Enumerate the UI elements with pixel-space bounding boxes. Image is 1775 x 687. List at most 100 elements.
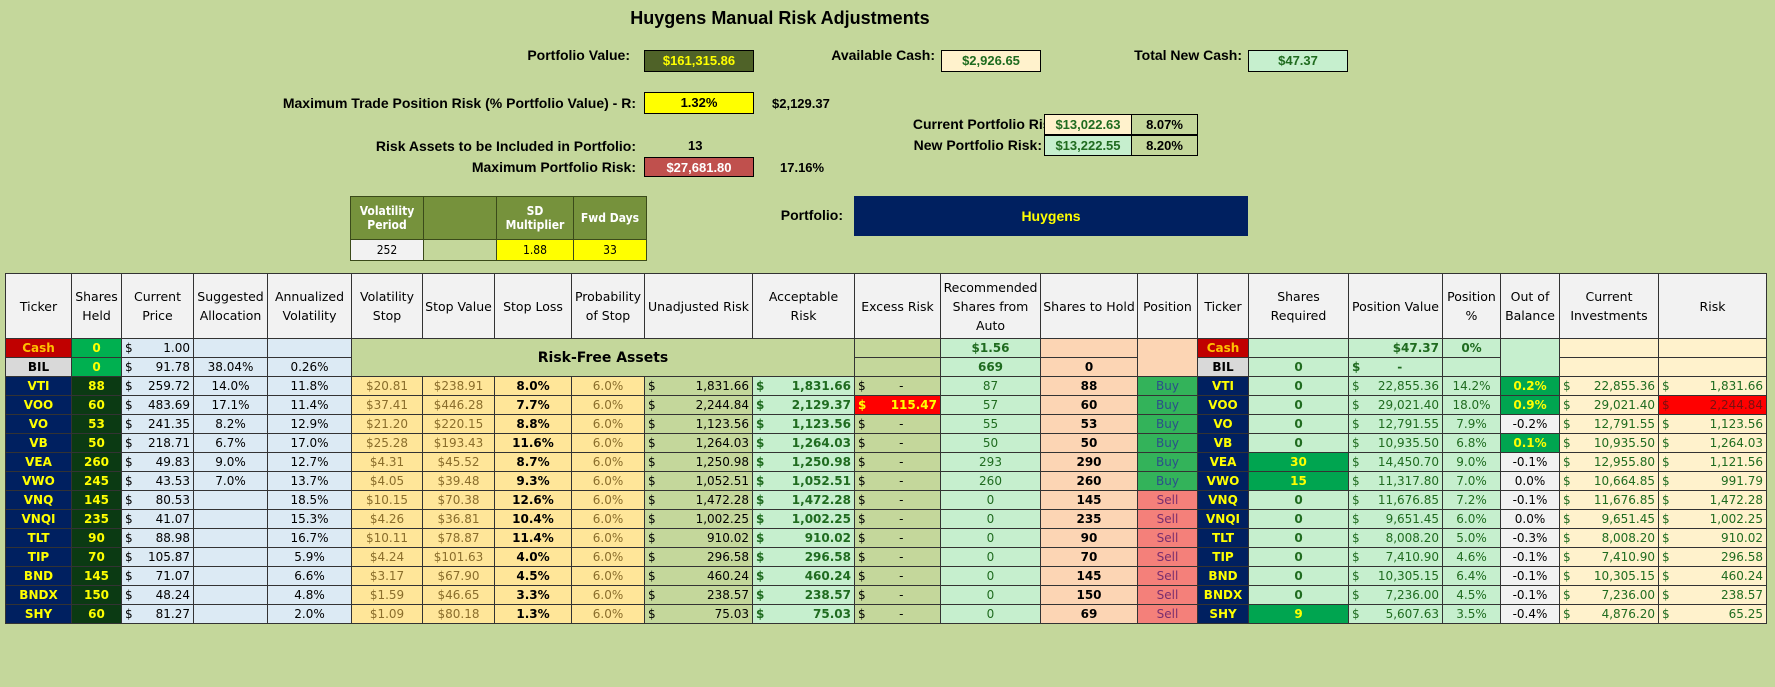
total-new-cash-label: Total New Cash: bbox=[1134, 47, 1242, 63]
stop-loss: 1.3% bbox=[494, 604, 572, 624]
acceptable-risk: $460.24 bbox=[752, 566, 855, 586]
current-investments: $4,876.20 bbox=[1559, 604, 1659, 624]
shares-held[interactable]: 53 bbox=[71, 414, 122, 434]
position-value: $11,676.85 bbox=[1348, 490, 1443, 510]
shares-held[interactable]: 88 bbox=[71, 376, 122, 396]
table-row: BND 145 $71.07 6.6% $3.17 $67.90 4.5% 6.0% $460.… bbox=[5, 566, 1767, 586]
annualized-volatility: 6.6% bbox=[267, 566, 352, 586]
volatility-period-value[interactable]: 252 bbox=[350, 239, 424, 261]
ticker-2: VB bbox=[1197, 433, 1249, 453]
current-investments: $11,676.85 bbox=[1559, 490, 1659, 510]
acceptable-risk: $1,250.98 bbox=[752, 452, 855, 472]
probability-of-stop: 6.0% bbox=[571, 433, 645, 453]
ticker-2: VO bbox=[1197, 414, 1249, 434]
shares-held[interactable]: 90 bbox=[71, 528, 122, 548]
recommended-shares: 50 bbox=[940, 433, 1041, 453]
column-header: Position Value bbox=[1348, 273, 1443, 339]
excess-risk: $ - bbox=[854, 604, 941, 624]
available-cash-label: Available Cash: bbox=[831, 47, 935, 63]
shares-held[interactable]: 235 bbox=[71, 509, 122, 529]
out-of-balance: -0.2% bbox=[1500, 414, 1560, 434]
shares-held[interactable]: 245 bbox=[71, 471, 122, 491]
column-header: Annualized Volatility bbox=[267, 273, 352, 339]
recommended-shares: 0 bbox=[940, 509, 1041, 529]
shares-held[interactable]: 150 bbox=[71, 585, 122, 605]
ticker-2: VWO bbox=[1197, 471, 1249, 491]
out-of-balance: -0.1% bbox=[1500, 452, 1560, 472]
shares-to-hold[interactable]: 88 bbox=[1040, 376, 1138, 396]
current-portfolio-risk: $13,022.63 bbox=[1044, 114, 1132, 135]
out-of-balance: 0.0% bbox=[1500, 509, 1560, 529]
risk: $910.02 bbox=[1658, 528, 1767, 548]
risk: $238.57 bbox=[1658, 585, 1767, 605]
position-pct: 14.2% bbox=[1442, 376, 1501, 396]
table-row: VOO 60 $483.69 17.1% 11.4% $37.41 $446.28 7.7% 6… bbox=[5, 395, 1767, 415]
unadjusted-risk: $238.57 bbox=[644, 585, 753, 605]
volatility-stop: $21.20 bbox=[351, 414, 423, 434]
shares-to-hold[interactable]: 53 bbox=[1040, 414, 1138, 434]
shares-held[interactable]: 50 bbox=[71, 433, 122, 453]
current-investments: $22,855.36 bbox=[1559, 376, 1659, 396]
out-of-balance: -0.1% bbox=[1500, 490, 1560, 510]
shares-to-hold[interactable]: 145 bbox=[1040, 566, 1138, 586]
position-action: Buy bbox=[1137, 452, 1198, 472]
shares-to-hold[interactable]: 69 bbox=[1040, 604, 1138, 624]
shares-to-hold[interactable]: 145 bbox=[1040, 490, 1138, 510]
shares-to-hold[interactable]: 260 bbox=[1040, 471, 1138, 491]
shares-to-hold[interactable]: 150 bbox=[1040, 585, 1138, 605]
bil-ticker: BIL bbox=[5, 357, 72, 377]
volatility-stop: $37.41 bbox=[351, 395, 423, 415]
column-header: Risk bbox=[1658, 273, 1767, 339]
shares-held[interactable]: 145 bbox=[71, 490, 122, 510]
position-pct: 7.0% bbox=[1442, 471, 1501, 491]
shares-to-hold[interactable]: 90 bbox=[1040, 528, 1138, 548]
current-investments: $9,651.45 bbox=[1559, 509, 1659, 529]
stop-value: $36.81 bbox=[422, 509, 495, 529]
probability-of-stop: 6.0% bbox=[571, 490, 645, 510]
stop-loss: 8.8% bbox=[494, 414, 572, 434]
max-trade-risk-pct[interactable]: 1.32% bbox=[644, 92, 754, 114]
shares-to-hold[interactable]: 235 bbox=[1040, 509, 1138, 529]
stop-value: $67.90 bbox=[422, 566, 495, 586]
stop-value: $238.91 bbox=[422, 376, 495, 396]
position-value: $11,317.80 bbox=[1348, 471, 1443, 491]
stop-loss: 10.4% bbox=[494, 509, 572, 529]
shares-to-hold[interactable]: 60 bbox=[1040, 395, 1138, 415]
recommended-shares: 0 bbox=[940, 585, 1041, 605]
volatility-stop: $10.15 bbox=[351, 490, 423, 510]
total-new-cash: $47.37 bbox=[1248, 50, 1348, 72]
probability-of-stop: 6.0% bbox=[571, 452, 645, 472]
new-portfolio-risk-pct: 8.20% bbox=[1131, 135, 1198, 156]
shares-to-hold[interactable]: 50 bbox=[1040, 433, 1138, 453]
annualized-volatility: 12.7% bbox=[267, 452, 352, 472]
cash-shares[interactable]: 0 bbox=[71, 338, 122, 358]
risk: $1,121.56 bbox=[1658, 452, 1767, 472]
bil-shares-to-hold[interactable]: 0 bbox=[1040, 357, 1138, 377]
shares-to-hold[interactable]: 290 bbox=[1040, 452, 1138, 472]
bil-shares[interactable]: 0 bbox=[71, 357, 122, 377]
cash-position-value: $47.37 bbox=[1348, 338, 1443, 358]
shares-held[interactable]: 70 bbox=[71, 547, 122, 567]
sd-multiplier-value[interactable]: 1.88 bbox=[496, 239, 574, 261]
current-price: $48.24 bbox=[121, 585, 194, 605]
current-portfolio-risk-label: Current Portfolio Risk: bbox=[912, 116, 1063, 132]
shares-to-hold[interactable]: 70 bbox=[1040, 547, 1138, 567]
position-value: $10,935.50 bbox=[1348, 433, 1443, 453]
shares-held[interactable]: 145 bbox=[71, 566, 122, 586]
current-investments: $8,008.20 bbox=[1559, 528, 1659, 548]
shares-held[interactable]: 60 bbox=[71, 604, 122, 624]
shares-required: 15 bbox=[1248, 471, 1349, 491]
position-value: $5,607.63 bbox=[1348, 604, 1443, 624]
annualized-volatility: 17.0% bbox=[267, 433, 352, 453]
table-row: TIP 70 $105.87 5.9% $4.24 $101.63 4.0% 6.0% $296… bbox=[5, 547, 1767, 567]
probability-of-stop: 6.0% bbox=[571, 604, 645, 624]
current-price: $483.69 bbox=[121, 395, 194, 415]
position-pct: 9.0% bbox=[1442, 452, 1501, 472]
table-row: SHY 60 $81.27 2.0% $1.09 $80.18 1.3% 6.0% $75.03… bbox=[5, 604, 1767, 624]
fwd-days-value[interactable]: 33 bbox=[573, 239, 647, 261]
shares-held[interactable]: 260 bbox=[71, 452, 122, 472]
annualized-volatility: 12.9% bbox=[267, 414, 352, 434]
portfolio-name[interactable]: Huygens bbox=[854, 196, 1248, 236]
ticker: VOO bbox=[5, 395, 72, 415]
shares-held[interactable]: 60 bbox=[71, 395, 122, 415]
